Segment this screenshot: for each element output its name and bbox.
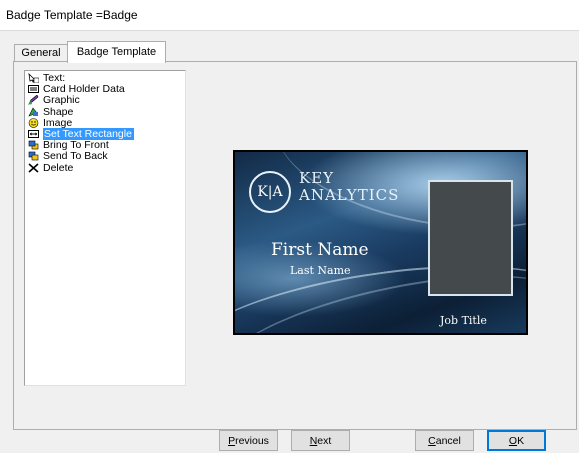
tool-label: Text: [43,72,66,84]
window-title-bar: Badge Template =Badge [0,0,579,31]
badge-logo-line2: ANALYTICS [299,186,400,204]
badge-last-name[interactable]: Last Name [290,264,351,277]
tab-general[interactable]: General [14,44,68,62]
previous-button[interactable]: Previous [219,430,278,451]
tool-delete[interactable]: Delete [27,161,185,174]
graphic-icon [28,94,39,106]
window-title: Badge Template =Badge [6,8,138,22]
text-rectangle-icon [28,129,39,139]
badge-preview[interactable]: K|A KEY ANALYTICS First Name Last Name J… [233,150,528,335]
text-tool-icon [28,72,40,84]
ok-button[interactable]: OK [487,430,546,451]
previous-label: revious [235,435,269,447]
badge-template-dialog: General Badge Template Text: Card Holder… [0,31,579,453]
tool-label: Image [43,116,73,129]
card-holder-data-icon [28,84,39,94]
dialog-button-bar: Previous Next Cancel OK [0,428,579,453]
tool-list[interactable]: Text: Card Holder Data Graphic Shape Ima… [24,70,186,386]
ok-label: K [517,435,525,447]
bring-to-front-icon [28,140,39,150]
badge-template-panel: Text: Card Holder Data Graphic Shape Ima… [13,61,577,430]
badge-logo-line1: KEY [299,169,335,187]
cancel-label: ancel [435,435,461,447]
cancel-button[interactable]: Cancel [415,430,474,451]
tool-label: Graphic [43,94,80,107]
tab-badge-template[interactable]: Badge Template [67,41,166,63]
tool-label: Send To Back [43,150,108,163]
tool-label: Bring To Front [43,139,109,152]
badge-logo-text: KEY ANALYTICS [299,170,399,204]
tool-label: Set Text Rectangle [43,127,134,140]
tool-label: Card Holder Data [43,83,125,96]
cancel-mnemonic: C [428,435,436,447]
tool-label: Delete [43,161,74,174]
send-to-back-icon [28,151,39,161]
delete-x-icon [28,162,39,173]
image-smiley-icon [28,117,39,128]
next-label: ext [317,435,332,447]
badge-first-name[interactable]: First Name [271,240,369,260]
next-button[interactable]: Next [291,430,350,451]
badge-logo-mark: K|A [249,171,291,213]
ok-mnemonic: O [508,435,518,447]
badge-photo-placeholder[interactable] [428,180,513,296]
shape-icon [28,107,39,117]
badge-job-title[interactable]: Job Title [440,314,487,327]
tool-label: Shape [43,105,74,118]
